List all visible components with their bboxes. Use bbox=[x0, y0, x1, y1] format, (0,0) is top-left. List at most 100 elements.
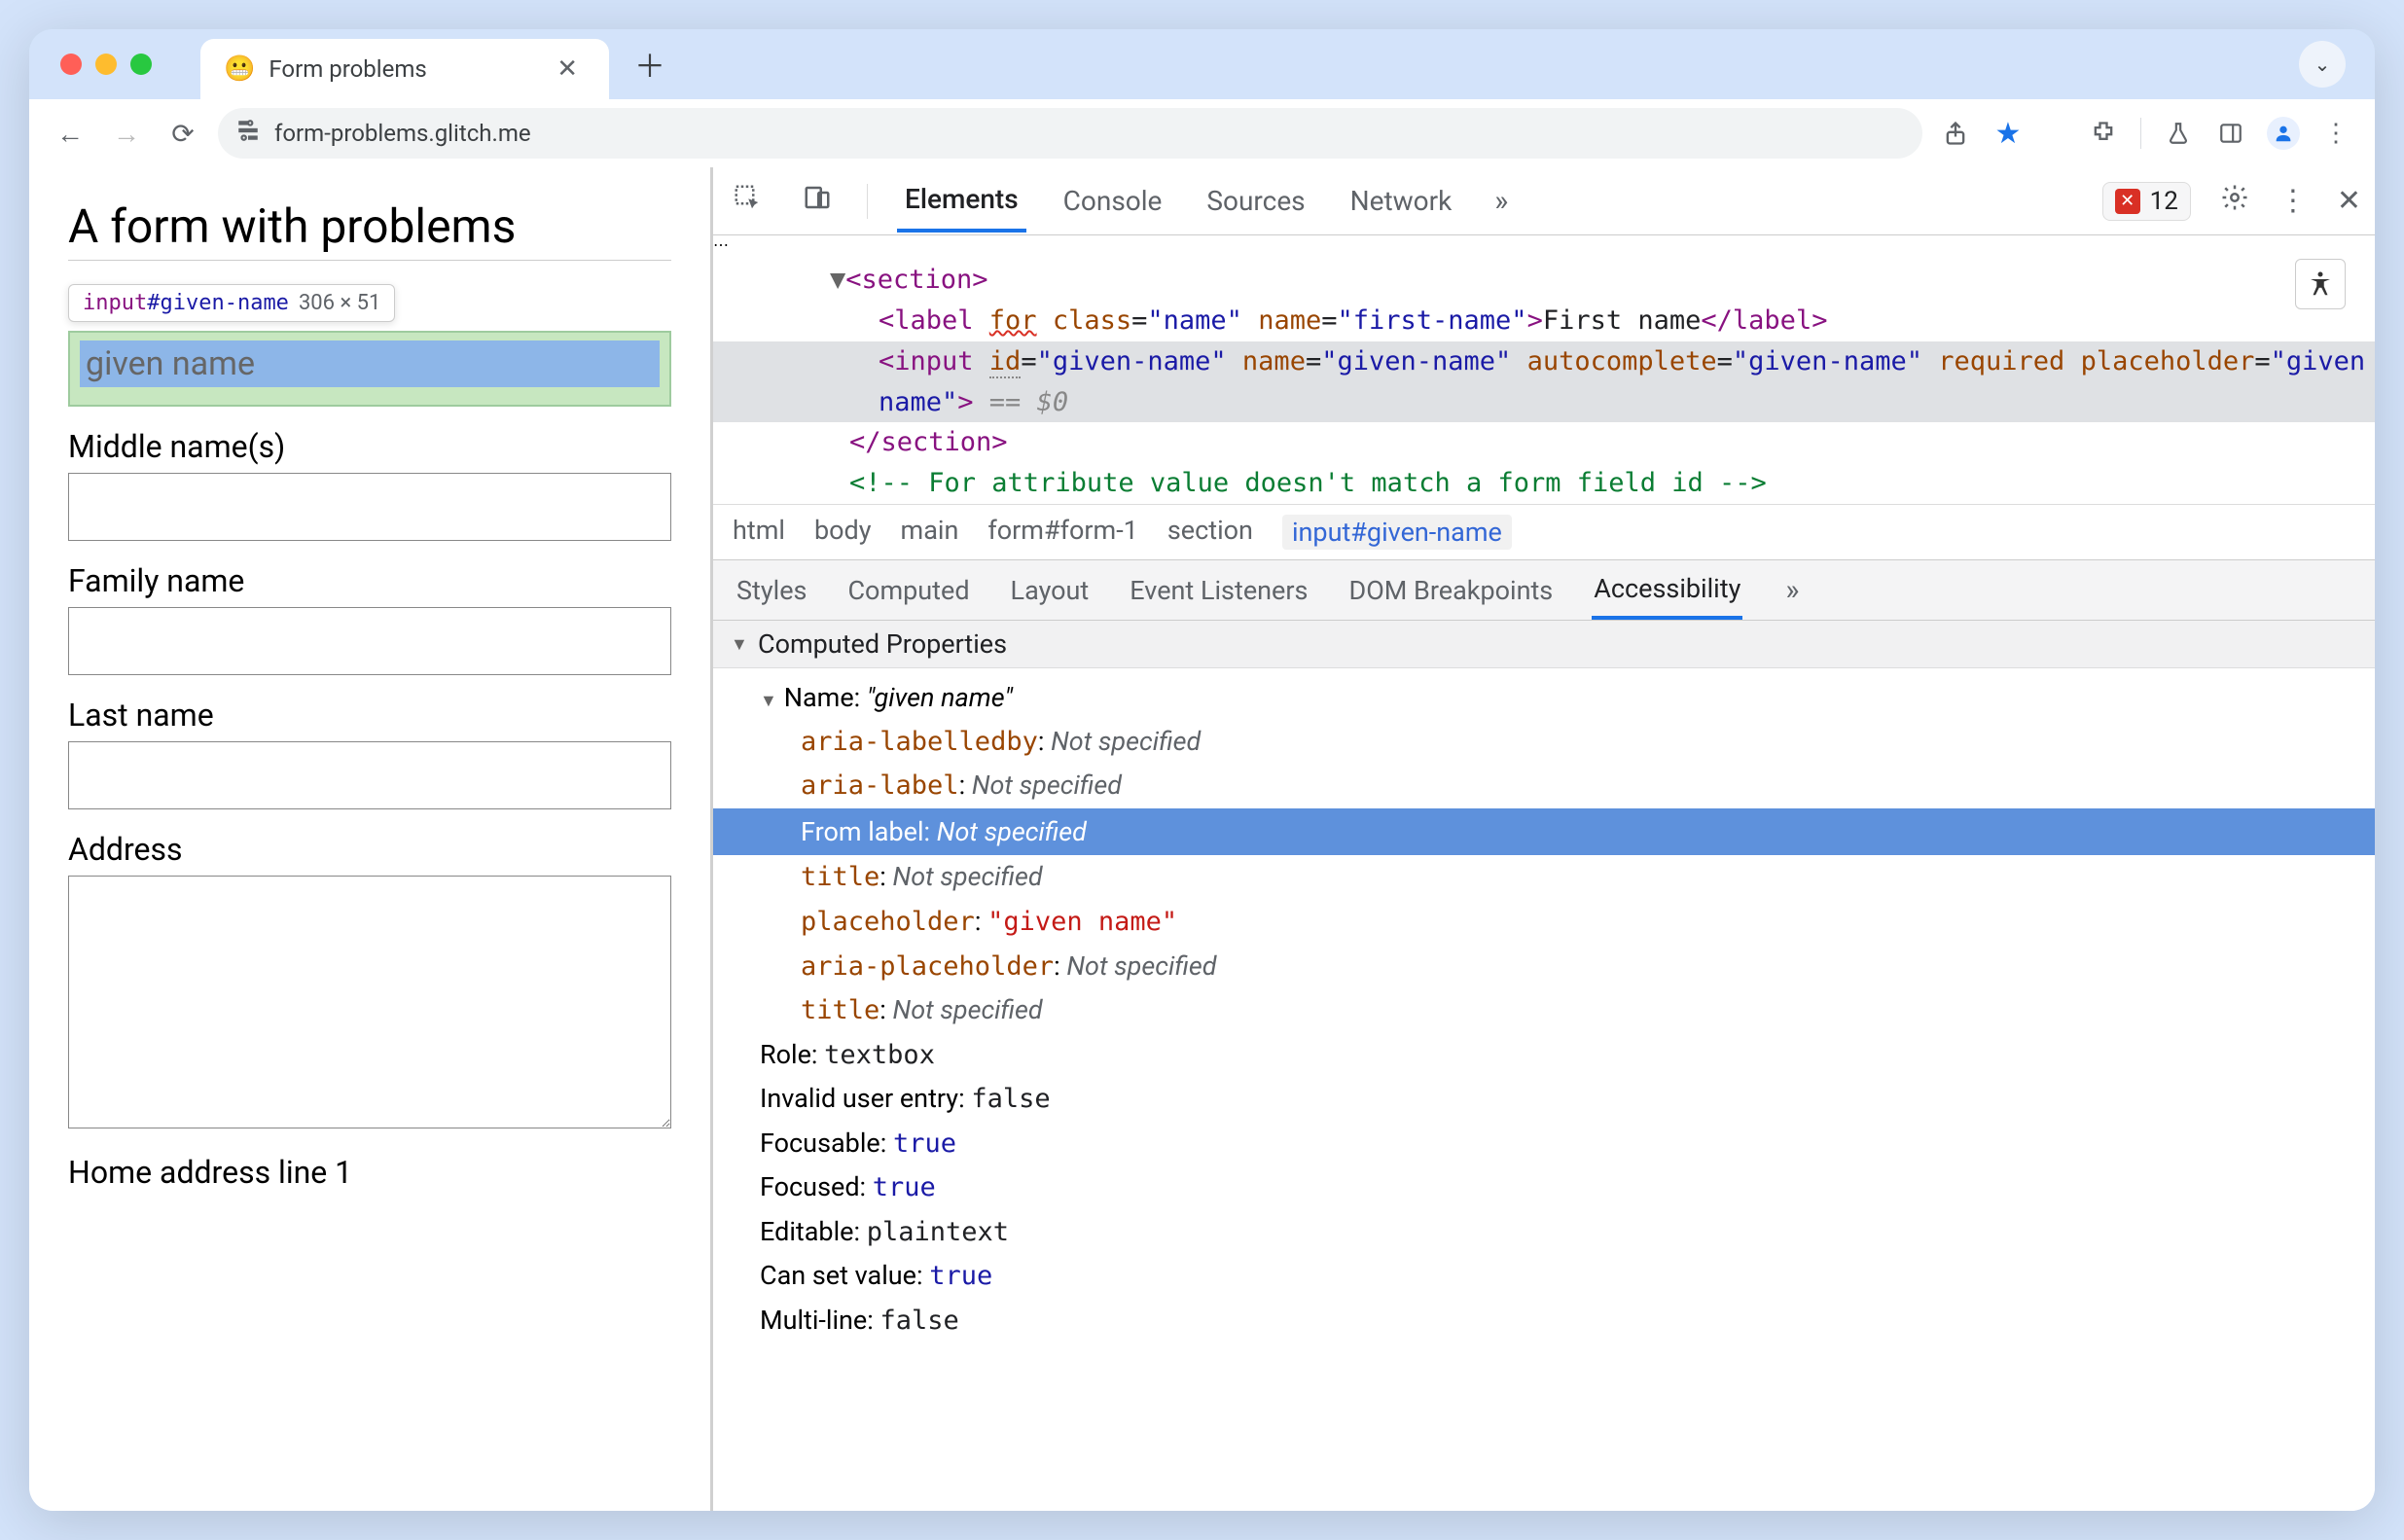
label-address: Address bbox=[68, 831, 671, 868]
profile-avatar-icon[interactable] bbox=[2264, 114, 2303, 153]
editable-row[interactable]: Editable: plaintext bbox=[713, 1210, 2375, 1255]
minimize-window-icon[interactable] bbox=[95, 54, 117, 75]
crumb-input[interactable]: input#given-name bbox=[1282, 515, 1512, 550]
aria-placeholder-row[interactable]: aria-placeholder: Not specified bbox=[713, 945, 2375, 989]
tab-favicon-icon: 😬 bbox=[224, 54, 255, 84]
url-text: form-problems.glitch.me bbox=[274, 120, 531, 147]
dom-input-line[interactable]: <input id="given-name" name="given-name"… bbox=[713, 341, 2375, 423]
more-tabs-icon[interactable]: » bbox=[1489, 180, 1514, 222]
more-subtabs-icon[interactable]: » bbox=[1779, 569, 1805, 611]
extensions-icon[interactable] bbox=[2084, 114, 2123, 153]
share-icon[interactable] bbox=[1936, 114, 1975, 153]
title-row-2[interactable]: title: Not specified bbox=[713, 988, 2375, 1033]
page-title: A form with problems bbox=[68, 198, 671, 254]
element-tooltip: input#given-name 306 × 51 bbox=[68, 284, 395, 322]
tooltip-selector: input#given-name bbox=[83, 291, 289, 315]
devtools-tabs: Elements Console Sources Network » ✕ 12 … bbox=[713, 167, 2375, 235]
subtab-layout[interactable]: Layout bbox=[1009, 563, 1092, 618]
dom-section-open: <section> bbox=[845, 265, 987, 295]
devtools-kebab-icon[interactable]: ⋮ bbox=[2278, 184, 2308, 218]
tab-elements[interactable]: Elements bbox=[897, 169, 1026, 233]
subtab-dombp[interactable]: DOM Breakpoints bbox=[1346, 563, 1555, 618]
crumb-section[interactable]: section bbox=[1167, 515, 1253, 550]
tabs-dropdown-icon[interactable]: ⌄ bbox=[2299, 41, 2346, 88]
forward-button[interactable]: → bbox=[105, 112, 148, 155]
page-content: A form with problems input#given-name 30… bbox=[29, 167, 710, 1511]
computed-properties-header[interactable]: ▼ Computed Properties bbox=[713, 621, 2375, 668]
label-family: Family name bbox=[68, 562, 671, 599]
error-count: 12 bbox=[2150, 187, 2178, 216]
tab-network[interactable]: Network bbox=[1343, 171, 1460, 231]
crumb-body[interactable]: body bbox=[814, 515, 872, 550]
site-settings-icon[interactable] bbox=[235, 118, 261, 149]
multiline-row[interactable]: Multi-line: false bbox=[713, 1299, 2375, 1343]
dom-label-line[interactable]: <label for class="name" name="first-name… bbox=[791, 301, 2375, 341]
inspect-element-icon[interactable] bbox=[727, 179, 768, 224]
invalid-row[interactable]: Invalid user entry: false bbox=[713, 1077, 2375, 1122]
crumb-main[interactable]: main bbox=[901, 515, 959, 550]
placeholder-row[interactable]: placeholder: "given name" bbox=[713, 900, 2375, 945]
error-count-pill[interactable]: ✕ 12 bbox=[2102, 182, 2191, 221]
family-name-field[interactable] bbox=[68, 607, 671, 675]
dom-comment: <!-- For attribute value doesn't match a… bbox=[849, 468, 1767, 492]
crumb-form[interactable]: form#form-1 bbox=[987, 515, 1138, 550]
cansetvalue-row[interactable]: Can set value: true bbox=[713, 1254, 2375, 1299]
labs-icon[interactable] bbox=[2159, 114, 2198, 153]
disclosure-triangle-icon[interactable]: ▼ bbox=[731, 634, 748, 655]
devtools: Elements Console Sources Network » ✕ 12 … bbox=[710, 167, 2375, 1511]
subtab-accessibility[interactable]: Accessibility bbox=[1592, 561, 1742, 620]
tab-close-icon[interactable]: ✕ bbox=[549, 51, 586, 88]
close-window-icon[interactable] bbox=[60, 54, 82, 75]
name-row[interactable]: ▼ Name: "given name" bbox=[713, 676, 2375, 720]
subtab-listeners[interactable]: Event Listeners bbox=[1128, 563, 1310, 618]
new-tab-button[interactable]: ＋ bbox=[625, 39, 675, 90]
first-name-placeholder: given name bbox=[80, 340, 660, 387]
side-panel-icon[interactable] bbox=[2211, 114, 2250, 153]
gutter-ellipsis-icon[interactable]: ⋯ bbox=[713, 235, 729, 254]
tooltip-dimensions: 306 × 51 bbox=[299, 291, 380, 315]
error-icon: ✕ bbox=[2115, 189, 2140, 214]
dom-section-close: </section> bbox=[849, 427, 1008, 457]
first-name-field[interactable]: given name bbox=[68, 331, 671, 407]
rule bbox=[68, 260, 671, 261]
title-row-1[interactable]: title: Not specified bbox=[713, 855, 2375, 900]
from-label-row[interactable]: From label: Not specified bbox=[713, 808, 2375, 856]
tab-console[interactable]: Console bbox=[1056, 171, 1170, 231]
tab-title: Form problems bbox=[269, 55, 535, 83]
label-middle: Middle name(s) bbox=[68, 428, 671, 465]
focused-row[interactable]: Focused: true bbox=[713, 1165, 2375, 1210]
role-row[interactable]: Role: textbox bbox=[713, 1033, 2375, 1078]
section-title: Computed Properties bbox=[758, 628, 1007, 660]
address-bar: ← → ⟳ form-problems.glitch.me ★ ⋮ bbox=[29, 99, 2375, 167]
middle-name-field[interactable] bbox=[68, 473, 671, 541]
accessibility-panel: ▼ Name: "given name" aria-labelledby: No… bbox=[713, 668, 2375, 1511]
dom-tree[interactable]: ⋯ ▼<section> <label for class="name" nam… bbox=[713, 235, 2375, 505]
address-field[interactable] bbox=[68, 876, 671, 1128]
crumb-html[interactable]: html bbox=[733, 515, 785, 550]
last-name-field[interactable] bbox=[68, 741, 671, 809]
dom-breadcrumb: html body main form#form-1 section input… bbox=[713, 505, 2375, 560]
browser-tab[interactable]: 😬 Form problems ✕ bbox=[200, 39, 609, 99]
bookmark-star-icon[interactable]: ★ bbox=[1989, 114, 2027, 153]
browser-window: 😬 Form problems ✕ ＋ ⌄ ← → ⟳ form-problem… bbox=[29, 29, 2375, 1511]
tab-bar: 😬 Form problems ✕ ＋ ⌄ bbox=[29, 29, 2375, 99]
aria-label-row[interactable]: aria-label: Not specified bbox=[713, 764, 2375, 808]
subtab-styles[interactable]: Styles bbox=[735, 563, 808, 618]
window-controls bbox=[60, 54, 152, 75]
aria-labelledby-row[interactable]: aria-labelledby: Not specified bbox=[713, 720, 2375, 765]
focusable-row[interactable]: Focusable: true bbox=[713, 1122, 2375, 1166]
devtools-close-icon[interactable]: ✕ bbox=[2337, 184, 2361, 218]
reload-button[interactable]: ⟳ bbox=[161, 112, 204, 155]
label-last: Last name bbox=[68, 697, 671, 734]
url-box[interactable]: form-problems.glitch.me bbox=[218, 108, 1922, 159]
subtab-computed[interactable]: Computed bbox=[845, 563, 971, 618]
back-button[interactable]: ← bbox=[49, 112, 91, 155]
kebab-menu-icon[interactable]: ⋮ bbox=[2316, 114, 2355, 153]
tab-sources[interactable]: Sources bbox=[1199, 171, 1312, 231]
elements-subtabs: Styles Computed Layout Event Listeners D… bbox=[713, 560, 2375, 621]
maximize-window-icon[interactable] bbox=[130, 54, 152, 75]
label-home-line1: Home address line 1 bbox=[68, 1154, 671, 1191]
device-mode-icon[interactable] bbox=[797, 179, 838, 224]
disclosure-triangle-icon[interactable]: ▼ bbox=[760, 687, 777, 716]
settings-gear-icon[interactable] bbox=[2220, 183, 2249, 220]
